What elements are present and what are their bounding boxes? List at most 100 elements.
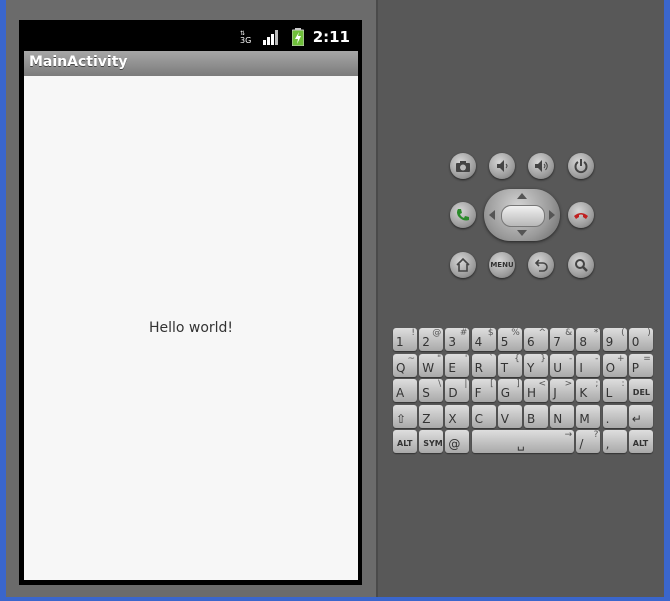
- key[interactable]: SYM: [419, 430, 444, 453]
- key[interactable]: /?: [576, 430, 601, 453]
- home-button[interactable]: [450, 252, 476, 278]
- key[interactable]: A: [393, 379, 417, 402]
- key[interactable]: 2 @: [419, 328, 444, 351]
- dpad-down-icon[interactable]: [517, 230, 527, 236]
- key-alt-label: →: [564, 430, 573, 440]
- signal-strength-icon: [263, 30, 278, 45]
- volume-up-button[interactable]: [528, 153, 554, 179]
- key[interactable]: J >: [550, 379, 575, 402]
- key-label: J: [553, 386, 557, 400]
- key-label: O: [605, 360, 616, 375]
- key-label: @: [448, 437, 461, 451]
- dpad-left-icon[interactable]: [489, 210, 495, 220]
- key[interactable]: U-: [550, 353, 575, 377]
- key[interactable]: O +: [602, 353, 627, 377]
- key[interactable]: S \: [419, 379, 444, 402]
- key-label: 4: [474, 335, 483, 349]
- power-button[interactable]: [568, 153, 594, 179]
- key[interactable]: C: [471, 404, 496, 428]
- key[interactable]: 0): [628, 328, 653, 351]
- key-label: ↵: [631, 411, 642, 426]
- key[interactable]: V: [497, 404, 522, 428]
- key-label: 5: [500, 335, 509, 349]
- call-button[interactable]: [450, 202, 476, 228]
- key[interactable]: P =: [628, 353, 653, 377]
- key-alt-label: }: [540, 353, 546, 364]
- back-button[interactable]: [528, 252, 554, 278]
- key-alt-label: ^: [538, 328, 546, 338]
- app-title-bar: MainActivity: [24, 51, 358, 76]
- key-label: SYM: [423, 439, 443, 448]
- key[interactable]: H <: [524, 379, 548, 402]
- key[interactable]: N: [550, 404, 575, 428]
- key-label: F: [474, 386, 482, 400]
- key[interactable]: 5%: [497, 328, 522, 351]
- key[interactable]: ALT: [393, 430, 417, 453]
- key[interactable]: G]: [497, 379, 522, 402]
- key[interactable]: B: [524, 404, 548, 428]
- key[interactable]: ␣ →: [471, 430, 575, 453]
- key[interactable]: ,: [602, 430, 627, 453]
- key-alt-label: |: [464, 379, 468, 389]
- key-alt-label: &: [565, 328, 573, 338]
- key[interactable]: ALT: [628, 430, 653, 453]
- key[interactable]: 1!: [393, 328, 417, 351]
- key-label: T: [500, 360, 509, 375]
- key[interactable]: ↵: [628, 404, 653, 428]
- activity-content[interactable]: Hello world!: [24, 76, 358, 580]
- dpad-right-icon[interactable]: [549, 210, 555, 220]
- camera-button[interactable]: [450, 153, 476, 179]
- volume-up-icon: [535, 160, 548, 172]
- key-alt-label: %: [511, 328, 520, 338]
- key-label: Q: [396, 360, 406, 375]
- back-icon: [534, 259, 548, 272]
- status-clock: 2:11: [312, 28, 350, 46]
- key[interactable]: T{: [497, 353, 522, 377]
- key[interactable]: E ': [445, 353, 470, 377]
- key[interactable]: DEL: [628, 379, 653, 402]
- menu-button[interactable]: MENU: [489, 252, 515, 278]
- key-label: Z: [422, 411, 431, 426]
- volume-down-button[interactable]: [489, 153, 515, 179]
- key[interactable]: W ": [419, 353, 444, 377]
- key[interactable]: L:: [602, 379, 627, 402]
- key[interactable]: 6 ^: [524, 328, 548, 351]
- key[interactable]: .: [602, 404, 627, 428]
- key[interactable]: @: [445, 430, 470, 453]
- power-icon: [574, 159, 588, 174]
- key[interactable]: ⇧: [393, 404, 417, 428]
- search-icon: [575, 259, 588, 272]
- key[interactable]: Z: [419, 404, 444, 428]
- end-call-button[interactable]: [568, 202, 594, 228]
- dpad-center-button[interactable]: [501, 205, 545, 227]
- key[interactable]: K;: [576, 379, 601, 402]
- key[interactable]: I-: [576, 353, 601, 377]
- key[interactable]: 3 #: [445, 328, 470, 351]
- key-label: I: [579, 360, 583, 375]
- key-label: ALT: [632, 439, 649, 448]
- key[interactable]: 8 *: [576, 328, 601, 351]
- key[interactable]: Y}: [524, 353, 548, 377]
- activity-title: MainActivity: [29, 54, 128, 70]
- key[interactable]: 4 $: [471, 328, 496, 351]
- key[interactable]: Q ~: [393, 353, 417, 377]
- key[interactable]: X: [445, 404, 470, 428]
- key-alt-label: ": [437, 353, 442, 364]
- key-label: N: [553, 411, 563, 426]
- key-label: DEL: [632, 388, 650, 397]
- camera-icon: [456, 161, 470, 172]
- key-alt-label: ?: [593, 430, 599, 440]
- key[interactable]: F[: [471, 379, 496, 402]
- key[interactable]: M: [576, 404, 601, 428]
- search-button[interactable]: [568, 252, 594, 278]
- key-label: X: [448, 411, 457, 426]
- key-label: 0: [631, 335, 640, 349]
- dpad-up-icon[interactable]: [517, 193, 527, 199]
- key[interactable]: R `: [471, 353, 496, 377]
- key[interactable]: D |: [445, 379, 470, 402]
- key-label: L: [605, 386, 613, 400]
- key[interactable]: 7 &: [550, 328, 575, 351]
- key-alt-label: <: [538, 379, 546, 389]
- key-alt-label: ~: [407, 353, 415, 364]
- key[interactable]: 9(: [602, 328, 627, 351]
